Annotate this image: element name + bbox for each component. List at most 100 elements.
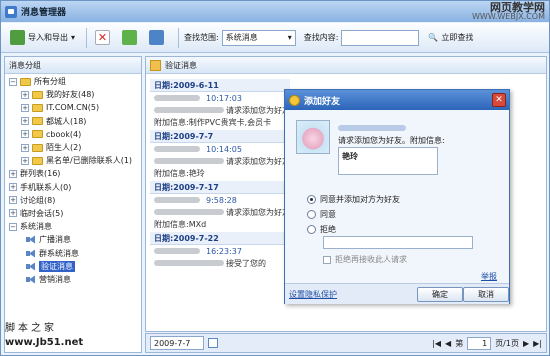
dialog-footer: 设置隐私保护 确定 取消 <box>285 283 509 304</box>
folder-icon <box>32 90 43 99</box>
speaker-icon <box>25 262 36 271</box>
tree-node[interactable]: + 都城人(18) <box>5 115 141 128</box>
date-field[interactable]: 2009-7-7 <box>150 336 204 350</box>
tree-node-label: 黑名单/已删除联系人(1) <box>46 156 133 166</box>
tree-node[interactable]: + cbook(4) <box>5 128 141 141</box>
message-text: 接受了您的 <box>226 258 266 268</box>
folder-icon <box>32 117 43 126</box>
collapse-icon[interactable]: − <box>9 222 17 231</box>
refresh-button[interactable] <box>119 27 143 49</box>
penguin-icon <box>289 94 300 106</box>
tree-node-label: 讨论组(8) <box>20 195 56 205</box>
prev-page-icon[interactable]: ◀ <box>445 339 451 348</box>
message-sender-row: 9:58:28 <box>150 194 290 206</box>
tree-node[interactable]: 营销消息 <box>5 273 141 286</box>
cancel-button[interactable]: 取消 <box>463 287 509 302</box>
message-extra-info: 附加信息:MXd <box>154 219 207 229</box>
page-prefix: 第 <box>455 338 464 348</box>
expand-icon[interactable]: + <box>9 209 17 218</box>
last-page-icon[interactable]: ▶| <box>533 339 542 348</box>
expand-icon[interactable]: + <box>21 90 29 99</box>
tree-node[interactable]: + 群列表(16) <box>5 167 141 180</box>
tree-node[interactable]: 广播消息 <box>5 233 141 246</box>
tree-node[interactable]: 群系统消息 <box>5 246 141 259</box>
expand-icon[interactable]: + <box>21 156 29 165</box>
radio-accept[interactable] <box>307 210 316 219</box>
expand-icon[interactable]: + <box>21 117 29 126</box>
folder-icon <box>32 143 43 152</box>
group-tree-header: 消息分组 <box>5 57 141 74</box>
redacted-sender <box>154 260 224 266</box>
site-name: 脚本之家 <box>5 323 57 334</box>
option-accept-add[interactable]: 同意并添加对方为好友 <box>307 194 400 205</box>
scope-select[interactable]: 系统消息 ▾ <box>221 29 296 46</box>
message-date-header: 日期:2009-7-7 <box>150 130 290 143</box>
expand-icon[interactable]: + <box>21 143 29 152</box>
toolbar: 导入和导出 ▾ ✕ 查找范围: 系统消息 ▾ 查找内容: 🔍 立即查找 <box>1 23 549 53</box>
option-accept[interactable]: 同意 <box>307 209 336 220</box>
expand-icon[interactable]: + <box>9 169 17 178</box>
block-checkbox-label: 拒绝再接收此人请求 <box>335 255 407 264</box>
option-reject[interactable]: 拒绝 <box>307 224 336 235</box>
tree-node-label: 营销消息 <box>39 274 71 284</box>
tree-node[interactable]: + 黑名单/已删除联系人(1) <box>5 154 141 167</box>
import-export-label: 导入和导出 <box>28 33 68 42</box>
expand-icon[interactable]: + <box>9 196 17 205</box>
collapse-icon[interactable]: − <box>9 77 17 86</box>
tree-node[interactable]: + 讨论组(8) <box>5 194 141 207</box>
message-panel-title: 验证消息 <box>165 60 197 70</box>
verify-icon <box>150 59 161 71</box>
first-page-icon[interactable]: |◀ <box>432 339 441 348</box>
tree-node-label: 群列表(16) <box>20 169 61 179</box>
expand-icon[interactable]: + <box>21 130 29 139</box>
delete-button[interactable]: ✕ <box>92 27 116 49</box>
scope-label: 查找范围: <box>184 33 219 42</box>
import-export-button[interactable]: 导入和导出 ▾ <box>7 27 78 49</box>
page-input[interactable]: 1 <box>467 336 492 350</box>
redacted-sender <box>154 146 200 152</box>
tree-node[interactable]: 验证消息 <box>5 260 141 273</box>
block-checkbox-row[interactable]: 拒绝再接收此人请求 <box>323 254 407 265</box>
tree-node[interactable]: − 所有分组 <box>5 75 141 88</box>
requester-name <box>338 123 406 133</box>
add-friend-dialog: 添加好友 ✕ 请求添加您为好友。附加信息: 艳玲 同意并添加对方为好友 同意 拒… <box>284 89 510 304</box>
message-text-row: 接受了您的 <box>150 257 290 269</box>
group-tree-panel: 消息分组 − 所有分组 + 我的好友(48) + IT.COM.CN(5) + 都城人(18)… <box>4 56 142 353</box>
reject-reason-input[interactable] <box>323 236 473 249</box>
redacted-sender <box>154 248 200 254</box>
tree-node-label: 手机联系人(0) <box>20 182 72 192</box>
radio-reject[interactable] <box>307 225 316 234</box>
radio-accept-add[interactable] <box>307 195 316 204</box>
close-icon[interactable]: ✕ <box>492 93 506 107</box>
redacted-sender <box>154 209 224 215</box>
manager-button[interactable] <box>146 27 170 49</box>
next-page-icon[interactable]: ▶ <box>523 339 529 348</box>
privacy-settings-link[interactable]: 设置隐私保护 <box>289 289 337 300</box>
tree-node[interactable]: + 陌生人(2) <box>5 141 141 154</box>
expand-icon[interactable]: + <box>21 103 29 112</box>
site-url: www.Jb51.net <box>5 337 84 348</box>
search-content-input[interactable] <box>341 29 420 46</box>
report-link[interactable]: 举报 <box>481 271 497 282</box>
folder-icon <box>32 156 43 165</box>
tree-node-label: 我的好友(48) <box>46 90 95 100</box>
message-date-header: 日期:2009-6-11 <box>150 79 290 92</box>
search-now-button[interactable]: 🔍 立即查找 <box>425 27 476 49</box>
tree-node-label: 群系统消息 <box>39 248 79 258</box>
tree-node[interactable]: + 手机联系人(0) <box>5 181 141 194</box>
message-list: 日期:2009-6-11 10:17:03 请求添加您为好友 附加信息:制作PVC贵宾… <box>150 77 290 269</box>
message-text: 请求添加您为好友 <box>226 156 290 166</box>
block-checkbox[interactable] <box>323 255 331 264</box>
tree-node-label: 陌生人(2) <box>46 143 82 153</box>
tree-node[interactable]: + IT.COM.CN(5) <box>5 101 141 114</box>
calendar-icon[interactable] <box>208 338 218 348</box>
expand-icon[interactable]: + <box>9 183 17 192</box>
tree-node[interactable]: + 我的好友(48) <box>5 88 141 101</box>
message-time: 10:14:05 <box>206 144 242 154</box>
ok-button[interactable]: 确定 <box>417 287 463 302</box>
tree-node-label: 系统消息 <box>20 222 52 232</box>
tree-node[interactable]: + 临时会话(5) <box>5 207 141 220</box>
folder-icon <box>32 103 43 112</box>
message-text-row: 请求添加您为好友 <box>150 155 290 167</box>
tree-node[interactable]: − 系统消息 <box>5 220 141 233</box>
